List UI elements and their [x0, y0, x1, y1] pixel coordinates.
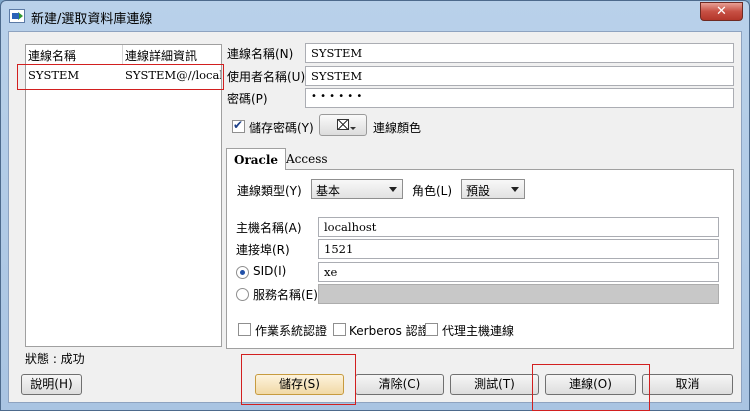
close-button[interactable]: ✕: [700, 2, 743, 21]
proxy-label: 代理主機連線: [442, 324, 515, 338]
password-label: 密碼(P): [227, 92, 268, 106]
connection-name-input[interactable]: SYSTEM: [305, 43, 734, 63]
username-input[interactable]: SYSTEM: [305, 66, 734, 86]
os-auth-checkbox[interactable]: [238, 323, 251, 336]
highlight-box-connect: [532, 364, 650, 411]
port-input[interactable]: 1521: [318, 239, 719, 259]
hostname-label: 主機名稱(A): [236, 221, 302, 235]
sid-label: SID(I): [253, 264, 287, 278]
window-title: 新建/選取資料庫連線: [31, 12, 153, 27]
service-name-radio[interactable]: [236, 288, 249, 301]
connection-color-label: 連線顏色: [373, 121, 422, 135]
connection-type-value: 基本: [316, 184, 341, 198]
cancel-button[interactable]: 取消: [642, 374, 733, 395]
column-header-details[interactable]: 連線詳細資訊: [125, 47, 221, 64]
kerberos-label: Kerberos 認證: [349, 324, 430, 338]
app-icon: [9, 9, 25, 23]
sid-input[interactable]: xe: [318, 262, 719, 282]
column-divider[interactable]: [122, 45, 123, 64]
os-auth-label: 作業系統認證: [255, 324, 328, 338]
connection-type-label: 連線類型(Y): [237, 184, 302, 198]
save-password-label: 儲存密碼(Y): [249, 121, 314, 135]
save-password-checkbox[interactable]: [232, 118, 245, 133]
tab-oracle[interactable]: Oracle: [226, 148, 287, 170]
title-bar: 新建/選取資料庫連線 ✕: [1, 1, 749, 31]
connection-color-button[interactable]: [319, 114, 367, 136]
dialog-body: 連線名稱 連線詳細資訊 SYSTEM SYSTEM@//local... 連線名…: [8, 31, 742, 411]
help-button[interactable]: 說明(H): [21, 374, 82, 395]
role-value: 預設: [466, 184, 491, 198]
role-select[interactable]: 預設: [461, 179, 525, 199]
proxy-checkbox[interactable]: [425, 323, 438, 336]
hostname-input[interactable]: localhost: [318, 217, 719, 237]
sid-radio[interactable]: [236, 266, 249, 279]
oracle-tab-panel: 連線類型(Y) 基本 角色(L) 預設 主機名稱(A) localhost 連接…: [226, 169, 734, 349]
connection-type-select[interactable]: 基本: [311, 179, 403, 199]
status-text: 狀態 : 成功: [25, 352, 85, 366]
clear-button[interactable]: 清除(C): [355, 374, 444, 395]
connection-name-label: 連線名稱(N): [227, 47, 294, 61]
username-label: 使用者名稱(U): [227, 70, 306, 84]
highlight-box-save: [241, 354, 356, 405]
test-button[interactable]: 測試(T): [450, 374, 539, 395]
column-header-name[interactable]: 連線名稱: [28, 47, 122, 64]
highlight-box-list-item: [17, 64, 224, 90]
port-label: 連接埠(R): [236, 243, 290, 257]
list-header: 連線名稱 連線詳細資訊: [26, 45, 221, 65]
dialog-window: 新建/選取資料庫連線 ✕ 連線名稱 連線詳細資訊 SYSTEM SYSTEM@/…: [0, 0, 750, 411]
tab-access[interactable]: Access: [279, 148, 335, 170]
service-name-label: 服務名稱(E): [253, 288, 318, 302]
role-label: 角色(L): [412, 184, 453, 198]
chevron-down-icon: [389, 187, 397, 192]
chevron-down-icon: [350, 127, 356, 130]
kerberos-checkbox[interactable]: [333, 323, 346, 336]
chevron-down-icon: [511, 187, 519, 192]
envelope-icon: [337, 119, 349, 130]
password-input[interactable]: • • • • • •: [305, 88, 734, 108]
service-name-input: [318, 284, 719, 304]
